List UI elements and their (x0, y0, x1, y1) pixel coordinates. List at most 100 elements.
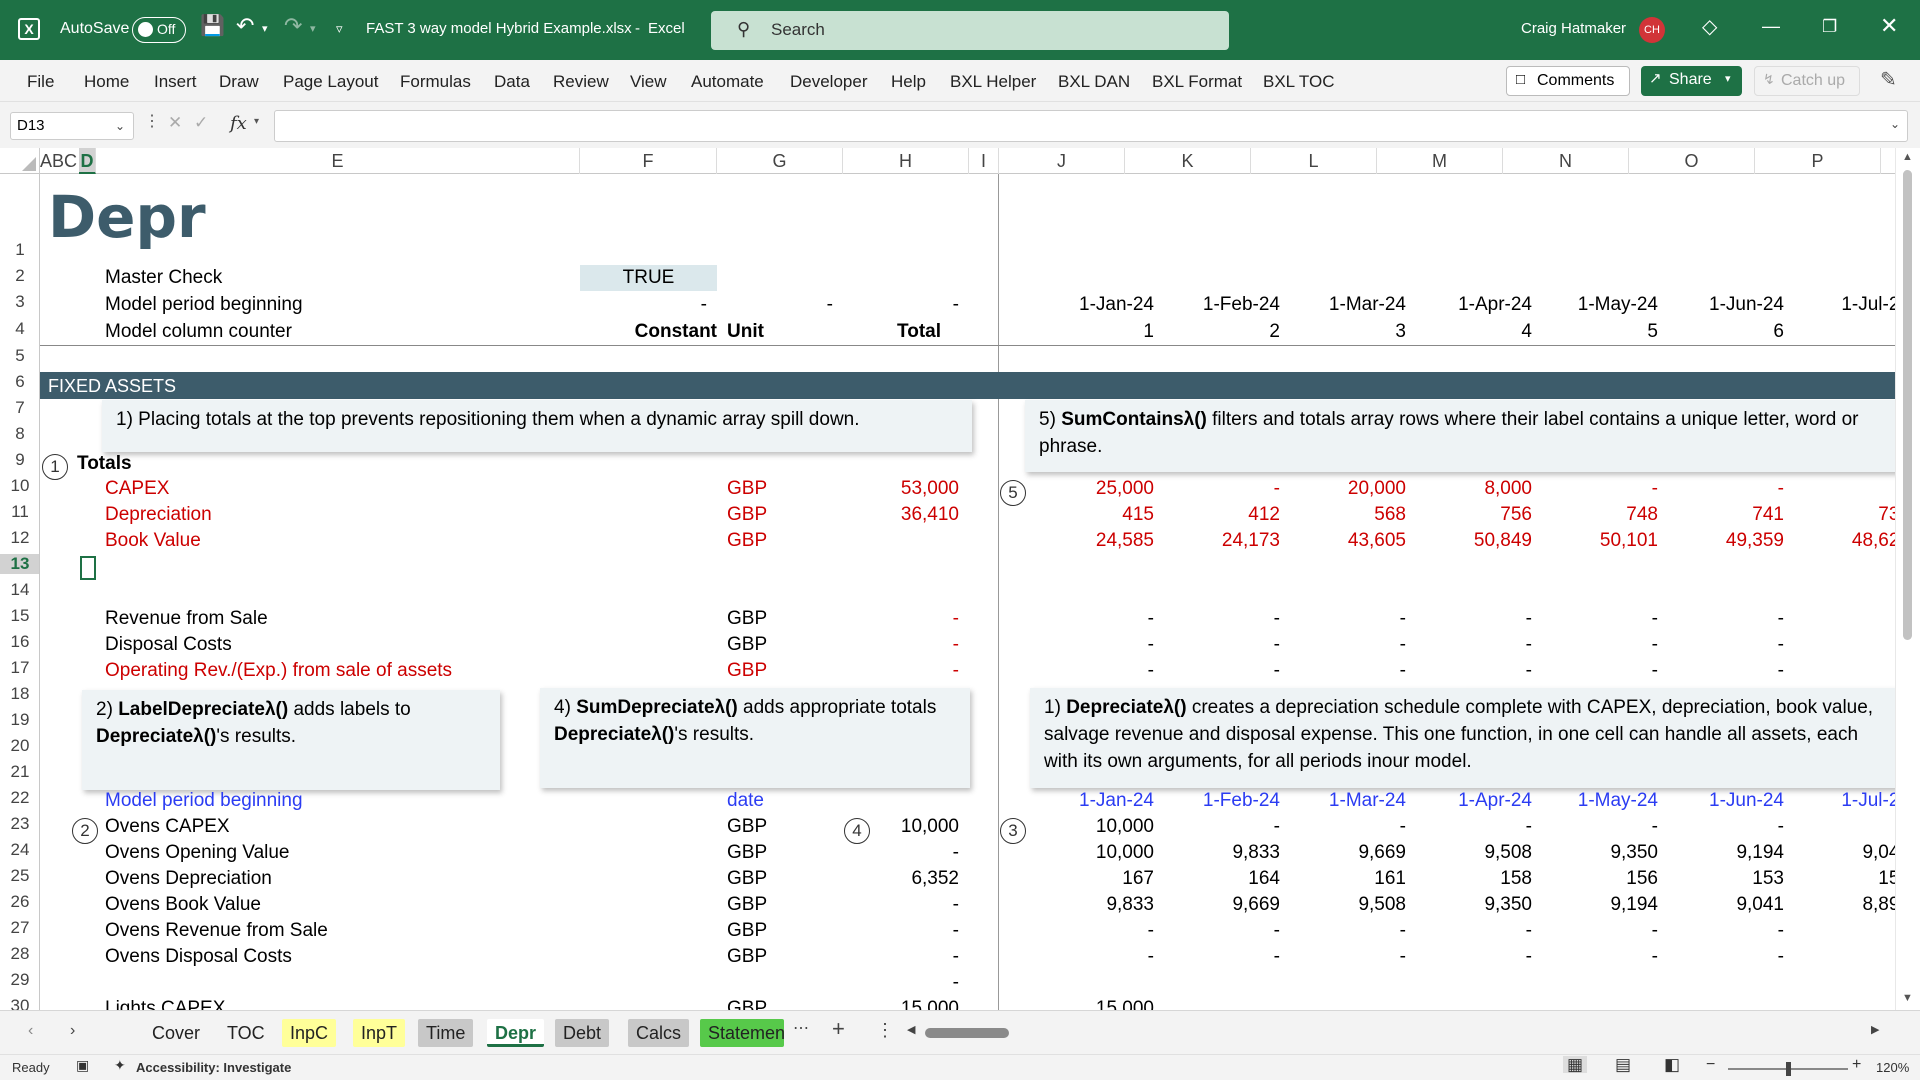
minimize-icon[interactable]: — (1762, 17, 1780, 35)
rev-sale-value[interactable]: - (1039, 606, 1154, 632)
book-value-value[interactable]: 49,359 (1669, 528, 1784, 554)
row-header[interactable]: 2 (0, 266, 39, 286)
autosave-toggle[interactable]: Off (132, 17, 186, 43)
counter-cell[interactable]: 1 (1039, 319, 1154, 345)
ovens-disp-value[interactable]: - (1291, 944, 1406, 970)
ovens-disp-unit[interactable]: GBP (727, 944, 767, 970)
ovens-depr-value[interactable]: 158 (1417, 866, 1532, 892)
row-header[interactable]: 26 (0, 892, 39, 912)
ovens-open-total[interactable]: - (843, 840, 959, 866)
ovens-capex-value[interactable]: - (1417, 814, 1532, 840)
redo-icon[interactable]: ↷ (284, 15, 302, 37)
ovens-open-label[interactable]: Ovens Opening Value (105, 840, 290, 866)
lights-capex-total[interactable]: 15,000 (843, 996, 959, 1010)
totals-heading[interactable]: Totals (77, 451, 132, 477)
date-header-cell[interactable]: 1-Mar-24 (1291, 292, 1406, 318)
disposal-value[interactable]: - (1291, 632, 1406, 658)
vertical-scroll-thumb[interactable] (1903, 170, 1912, 640)
disposal-value[interactable]: - (1039, 632, 1154, 658)
operating-value[interactable]: - (1417, 658, 1532, 684)
menu-help[interactable]: Help (891, 72, 926, 92)
rev-sale-unit[interactable]: GBP (727, 606, 767, 632)
unit-header[interactable]: Unit (727, 319, 764, 345)
ovens-rev-value[interactable]: - (1417, 918, 1532, 944)
note-sumdepreciate[interactable]: 4) SumDepreciateλ() adds appropriate tot… (540, 688, 970, 788)
ovens-depr-value[interactable]: 151 (1795, 866, 1895, 892)
save-icon[interactable]: 💾 (200, 16, 225, 36)
operating-value[interactable]: - (1039, 658, 1154, 684)
ovens-rev-unit[interactable]: GBP (727, 918, 767, 944)
col-header-k[interactable]: K (1125, 148, 1251, 174)
ovens-capex-unit[interactable]: GBP (727, 814, 767, 840)
row-header[interactable]: 24 (0, 840, 39, 860)
ovens-open-value[interactable]: 9,833 (1165, 840, 1280, 866)
tab-toc[interactable]: TOC (219, 1019, 273, 1047)
worksheet-grid[interactable]: Depr Master Check TRUE Model period begi… (40, 174, 1895, 1010)
ovens-disp-value[interactable]: - (1039, 944, 1154, 970)
ovens-depr-value[interactable]: 161 (1291, 866, 1406, 892)
depreciation-value[interactable]: 735 (1795, 502, 1895, 528)
disposal-total[interactable]: - (843, 632, 959, 658)
zoom-slider-thumb[interactable] (1786, 1062, 1791, 1076)
ovens-depr-label[interactable]: Ovens Depreciation (105, 866, 272, 892)
ovens-open-value[interactable]: 9,194 (1669, 840, 1784, 866)
capex-label[interactable]: CAPEX (105, 476, 169, 502)
redo-dropdown-icon[interactable]: ▾ (310, 24, 316, 35)
ovens-rev-value[interactable]: - (1165, 918, 1280, 944)
prev-sheet-icon[interactable]: ‹ (28, 1023, 33, 1039)
ovens-book-value[interactable]: 9,041 (1669, 892, 1784, 918)
date-cell[interactable]: 1-Mar-24 (1291, 788, 1406, 814)
row-header[interactable]: 7 (0, 398, 39, 418)
row-header[interactable]: 15 (0, 606, 39, 626)
tab-cover[interactable]: Cover (144, 1019, 208, 1047)
col-header-g[interactable]: G (717, 148, 843, 174)
ovens-capex-label[interactable]: Ovens CAPEX (105, 814, 230, 840)
row-header[interactable]: 20 (0, 736, 39, 756)
depreciation-value[interactable]: 415 (1039, 502, 1154, 528)
customize-toolbar-icon[interactable]: ▿ (336, 22, 343, 35)
lights-capex-unit[interactable]: GBP (727, 996, 767, 1010)
ovens-depr-value[interactable]: 167 (1039, 866, 1154, 892)
ovens-rev-label[interactable]: Ovens Revenue from Sale (105, 918, 328, 944)
normal-view-icon[interactable]: ▦ (1563, 1056, 1588, 1073)
fx-dropdown-icon[interactable]: ▾ (254, 117, 259, 127)
ovens-open-value[interactable]: 10,000 (1039, 840, 1154, 866)
undo-dropdown-icon[interactable]: ▾ (262, 24, 268, 35)
copilot-icon[interactable]: ✎ (1880, 70, 1897, 90)
scroll-left-icon[interactable]: ◀ (907, 1025, 915, 1036)
more-options-icon[interactable]: ⋮ (144, 114, 160, 130)
ovens-book-value[interactable]: 9,194 (1543, 892, 1658, 918)
book-value-value[interactable]: 24,585 (1039, 528, 1154, 554)
ovens-capex-value[interactable]: - (1165, 814, 1280, 840)
period-total[interactable]: - (843, 292, 959, 318)
ovens-rev-value[interactable]: - (1795, 918, 1895, 944)
ovens-book-value[interactable]: 8,890 (1795, 892, 1895, 918)
book-value-value[interactable]: 43,605 (1291, 528, 1406, 554)
counter-cell[interactable]: 3 (1291, 319, 1406, 345)
zoom-level[interactable]: 120% (1876, 1060, 1909, 1075)
menu-file[interactable]: File (27, 72, 54, 92)
book-value-unit[interactable]: GBP (727, 528, 767, 554)
row-header[interactable]: 4 (0, 319, 39, 339)
capex-value[interactable]: 8,000 (1417, 476, 1532, 502)
note-totals-top[interactable]: 1) Placing totals at the top prevents re… (102, 400, 972, 452)
next-sheet-icon[interactable]: › (70, 1023, 75, 1039)
menu-view[interactable]: View (630, 72, 667, 92)
rev-sale-label[interactable]: Revenue from Sale (105, 606, 268, 632)
menu-bxl-format[interactable]: BXL Format (1152, 72, 1242, 92)
counter-cell[interactable]: 2 (1165, 319, 1280, 345)
disposal-value[interactable]: - (1669, 632, 1784, 658)
horizontal-scroll-thumb[interactable] (925, 1028, 1009, 1038)
ovens-disp-value[interactable]: - (1543, 944, 1658, 970)
col-header-abc[interactable]: ABC (40, 148, 82, 174)
tab-debt[interactable]: Debt (555, 1019, 610, 1047)
row-header[interactable]: 18 (0, 684, 39, 704)
row-header[interactable]: 6 (0, 372, 39, 392)
counter-cell[interactable]: 6 (1669, 319, 1784, 345)
catch-up-button[interactable]: ↯ Catch up (1754, 66, 1860, 96)
disposal-value[interactable]: - (1417, 632, 1532, 658)
date-unit[interactable]: date (727, 788, 764, 814)
capex-total[interactable]: 53,000 (843, 476, 959, 502)
operating-value[interactable]: - (1543, 658, 1658, 684)
depreciation-value[interactable]: 741 (1669, 502, 1784, 528)
